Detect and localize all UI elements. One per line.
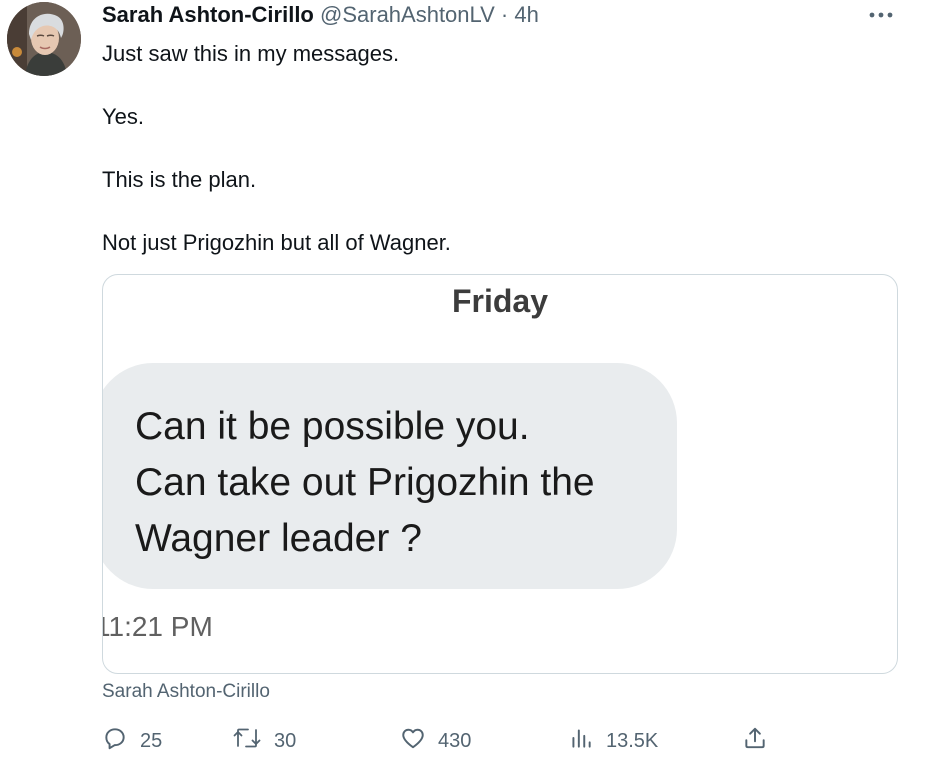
views-chart-icon (568, 725, 594, 757)
avatar[interactable] (7, 2, 81, 76)
header-separator: · (494, 2, 515, 27)
views-count: 13.5K (606, 729, 659, 752)
tweet-paragraph: Just saw this in my messages. (102, 41, 400, 66)
tweet-text: Just saw this in my messages. Yes. This … (102, 38, 882, 290)
message-time: 11:21 PM (102, 611, 213, 642)
tweet-timestamp[interactable]: 4h (514, 2, 538, 27)
author-name[interactable]: Sarah Ashton-Cirillo (102, 2, 314, 27)
heart-icon (400, 725, 426, 757)
media-image[interactable]: Friday Can it be possible you. Can take … (102, 274, 898, 674)
tweet-header: Sarah Ashton-Cirillo @SarahAshtonLV · 4h (102, 2, 539, 28)
message-bubble: Can it be possible you. Can take out Pri… (103, 363, 677, 589)
tweet: Sarah Ashton-Cirillo @SarahAshtonLV · 4h… (0, 0, 928, 764)
share-button[interactable] (742, 725, 768, 757)
message-text: Can it be possible you. Can take out Pri… (135, 405, 595, 560)
tweet-paragraph: This is the plan. (102, 167, 257, 192)
views-button[interactable]: 13.5K (568, 725, 658, 757)
reply-button[interactable]: 25 (102, 725, 162, 757)
like-button[interactable]: 430 (400, 725, 471, 757)
reply-icon (102, 725, 128, 757)
tweet-paragraph: Yes. (102, 104, 145, 129)
retweet-icon (232, 725, 262, 757)
share-icon (742, 725, 768, 757)
retweet-count: 30 (274, 729, 297, 752)
like-count: 430 (438, 729, 472, 752)
message-day-header: Friday (451, 283, 549, 319)
author-handle[interactable]: @SarahAshtonLV (320, 2, 495, 27)
more-horizontal-icon[interactable] (868, 8, 894, 22)
reply-count: 25 (140, 729, 163, 752)
retweet-button[interactable]: 30 (232, 725, 296, 757)
media-caption[interactable]: Sarah Ashton-Cirillo (102, 680, 270, 704)
action-bar: 25 30 430 13.5K (102, 725, 782, 757)
tweet-paragraph: Not just Prigozhin but all of Wagner. (102, 230, 451, 255)
